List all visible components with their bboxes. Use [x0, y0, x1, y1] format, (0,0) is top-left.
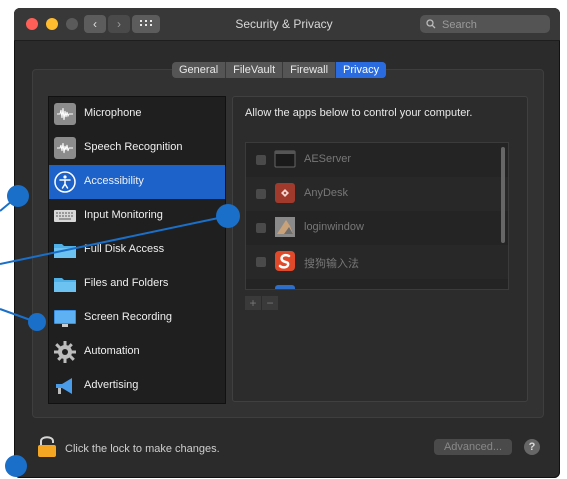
- advanced-button[interactable]: Advanced...: [434, 439, 512, 455]
- app-row-partial: [246, 279, 508, 289]
- lock-status-text: Click the lock to make changes.: [65, 443, 220, 455]
- app-row-anydesk[interactable]: AnyDesk: [246, 177, 508, 211]
- close-window-button[interactable]: [26, 18, 38, 30]
- minimize-window-button[interactable]: [46, 18, 58, 30]
- terminal-app-icon: [274, 150, 296, 168]
- settings-window: ‹ › Security & Privacy General FileVault…: [14, 8, 560, 478]
- app-list-scrollbar[interactable]: [501, 147, 505, 243]
- add-app-button[interactable]: +: [245, 296, 261, 310]
- zoom-window-button[interactable]: [66, 18, 78, 30]
- show-all-button[interactable]: [132, 15, 160, 33]
- app-name: loginwindow: [304, 221, 364, 233]
- gear-icon: [54, 341, 76, 363]
- megaphone-icon: [56, 378, 72, 394]
- keyboard-icon: [54, 210, 76, 222]
- tab-firewall[interactable]: Firewall: [283, 62, 337, 78]
- tab-general[interactable]: General: [172, 62, 227, 78]
- add-remove-controls: + −: [245, 296, 279, 310]
- sidebar-item-automation[interactable]: Automation: [49, 335, 225, 369]
- panel-description: Allow the apps below to control your com…: [245, 107, 473, 119]
- app-checkbox[interactable]: [256, 189, 266, 199]
- sidebar-item-label: Files and Folders: [84, 277, 169, 289]
- sidebar-item-label: Automation: [84, 345, 140, 357]
- back-button[interactable]: ‹: [84, 15, 106, 33]
- sidebar-item-label: Microphone: [84, 107, 142, 119]
- sidebar-item-label: Advertising: [84, 379, 139, 391]
- app-name: AnyDesk: [304, 187, 349, 199]
- sidebar-item-input-monitoring[interactable]: Input Monitoring: [49, 199, 225, 233]
- app-row-sogou[interactable]: 搜狗输入法: [246, 245, 508, 279]
- microphone-icon: [54, 103, 76, 125]
- loginwindow-app-icon: [275, 217, 295, 237]
- sidebar-item-label: Input Monitoring: [84, 209, 163, 221]
- app-checkbox[interactable]: [256, 155, 266, 165]
- partial-app-icon: [275, 285, 295, 289]
- tab-bar: General FileVault Firewall Privacy: [172, 62, 387, 78]
- sidebar-item-label: Speech Recognition: [84, 141, 183, 153]
- app-name: 搜狗输入法: [304, 258, 359, 270]
- privacy-category-list: Microphone Speech Recognition Accessibil…: [48, 96, 226, 404]
- lock-icon[interactable]: [36, 434, 58, 458]
- app-checkbox[interactable]: [256, 223, 266, 233]
- sidebar-item-accessibility[interactable]: Accessibility: [49, 165, 225, 199]
- folder-icon: [54, 244, 76, 258]
- help-button[interactable]: ?: [524, 439, 540, 455]
- sidebar-item-advertising[interactable]: Advertising: [49, 369, 225, 403]
- app-name: AEServer: [304, 153, 352, 165]
- forward-button[interactable]: ›: [108, 15, 130, 33]
- app-checkbox[interactable]: [256, 257, 266, 267]
- sidebar-item-files-and-folders[interactable]: Files and Folders: [49, 267, 225, 301]
- accessibility-icon: [54, 171, 76, 193]
- sidebar-item-label: Screen Recording: [84, 311, 173, 323]
- app-row-aeserver[interactable]: AEServer: [246, 143, 508, 177]
- anydesk-app-icon: [275, 183, 295, 203]
- window-title: Security & Privacy: [235, 17, 333, 31]
- search-icon: [426, 19, 436, 29]
- sidebar-item-speech-recognition[interactable]: Speech Recognition: [49, 131, 225, 165]
- tab-privacy[interactable]: Privacy: [336, 62, 387, 78]
- sidebar-item-screen-recording[interactable]: Screen Recording: [49, 301, 225, 335]
- grid-icon: [140, 20, 152, 28]
- speech-waveform-icon: [54, 137, 76, 159]
- sidebar-item-full-disk-access[interactable]: Full Disk Access: [49, 233, 225, 267]
- sidebar-item-label: Full Disk Access: [84, 243, 165, 255]
- sidebar-item-microphone[interactable]: Microphone: [49, 97, 225, 131]
- search-input[interactable]: [440, 17, 548, 33]
- app-list: AEServer AnyDesk loginwindow 搜狗输入法: [245, 142, 509, 290]
- remove-app-button[interactable]: −: [262, 296, 278, 310]
- sidebar-item-label: Accessibility: [84, 175, 144, 187]
- display-icon: [54, 310, 76, 327]
- tab-filevault[interactable]: FileVault: [226, 62, 284, 78]
- title-bar: ‹ › Security & Privacy: [14, 8, 560, 41]
- app-row-loginwindow[interactable]: loginwindow: [246, 211, 508, 245]
- sogou-app-icon: [275, 251, 295, 271]
- search-field[interactable]: [420, 15, 550, 33]
- folder-icon: [54, 278, 76, 292]
